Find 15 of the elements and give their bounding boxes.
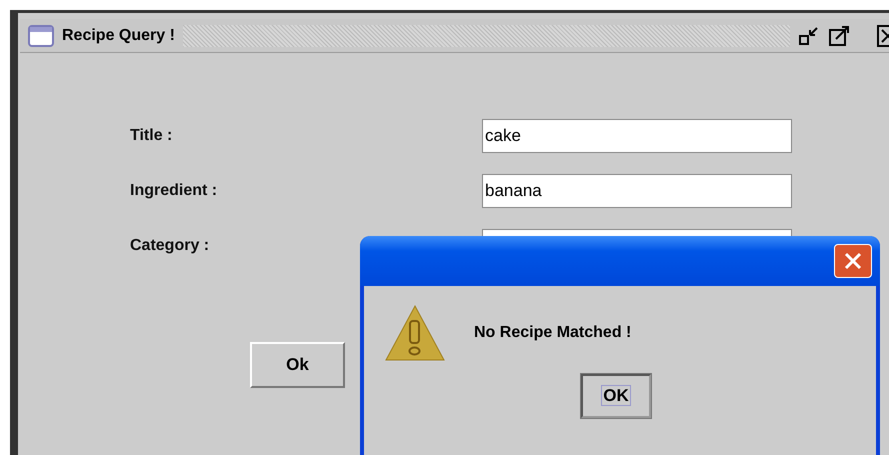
window-title: Recipe Query ! xyxy=(62,26,175,46)
text-field[interactable]: cake xyxy=(482,119,792,153)
close-button[interactable] xyxy=(834,244,872,278)
ok-button[interactable]: OK xyxy=(581,374,651,418)
minimize-icon[interactable] xyxy=(798,24,820,46)
field-label: Ingredient : xyxy=(130,181,218,201)
field-label: Title : xyxy=(130,126,174,146)
close-icon xyxy=(843,251,863,271)
field-label: Category : xyxy=(130,236,210,256)
warning-icon xyxy=(384,304,446,362)
text-field[interactable]: banana xyxy=(482,174,792,208)
dialog-message: No Recipe Matched ! xyxy=(474,323,632,343)
maximize-icon[interactable] xyxy=(828,24,852,46)
window-icon xyxy=(28,24,54,46)
ok-button[interactable]: Ok xyxy=(250,342,345,388)
